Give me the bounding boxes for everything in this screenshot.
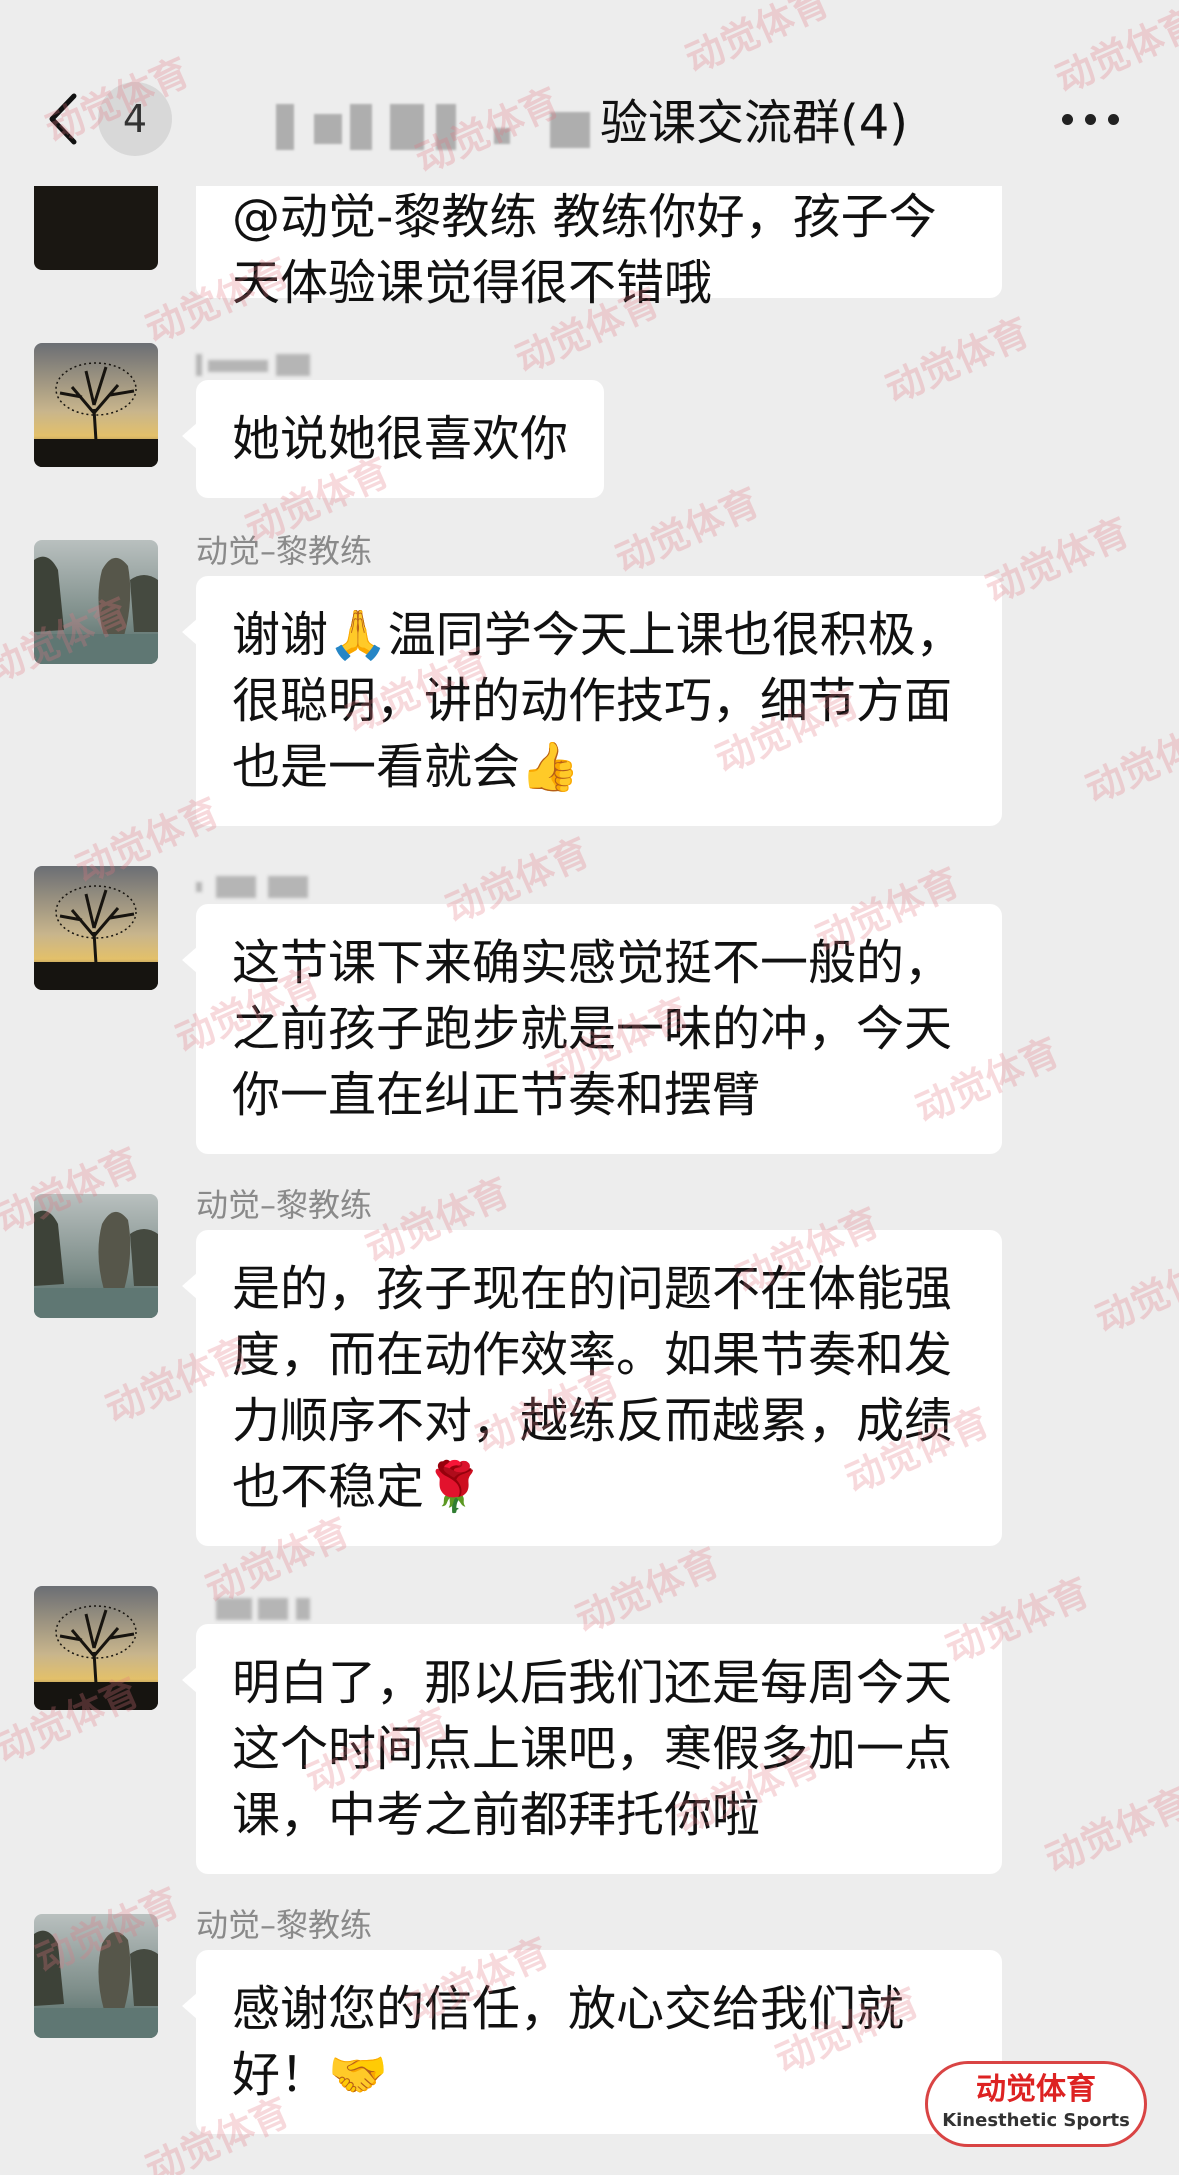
brand-logo-cn: 动觉体育 [976, 2072, 1096, 2107]
chat-title: 验课交流群(4) [600, 95, 908, 151]
avatar-tree[interactable] [34, 343, 158, 467]
redacted-title-part [270, 104, 600, 150]
redacted-sender-name [196, 354, 316, 376]
redacted-sender-name [196, 876, 316, 898]
tree-sunset-avatar [34, 1586, 158, 1710]
brand-logo-en: Kinesthetic Sports [942, 2110, 1130, 2131]
avatar-rock[interactable] [34, 1914, 158, 2038]
message-text-2: 谢谢🙏温同学今天上课也很积极，很聪明，讲的动作技巧，细节方面也是一看就会👍 [232, 607, 964, 795]
top-navigation-bar: 4 验课交流群(4) [0, 0, 1179, 186]
message-text-0: @动觉-黎教练 教练你好，孩子今天体验课觉得很不错哦 [232, 189, 937, 311]
message-bubble-4[interactable]: 是的，孩子现在的问题不在体能强度，而在动作效率。如果节奏和发力顺序不对，越练反而… [182, 1230, 1002, 1546]
brand-logo: 动觉体育 Kinesthetic Sports [925, 2061, 1147, 2147]
more-button[interactable] [1058, 100, 1124, 136]
sender-name: 动觉–黎教练 [196, 1906, 373, 1944]
message-bubble-1[interactable]: 她说她很喜欢你 [182, 380, 605, 498]
message-bubble-0[interactable]: @动觉-黎教练 教练你好，孩子今天体验课觉得很不错哦 [196, 186, 1002, 311]
redacted-sender-name [196, 1598, 316, 1620]
chevron-left-icon [49, 93, 77, 145]
message-text-3: 这节课下来确实感觉挺不一般的，之前孩子跑步就是一味的冲，今天你一直在纠正节奏和摆… [232, 935, 953, 1123]
tree-sunset-avatar [34, 343, 158, 467]
tree-sunset-avatar [34, 186, 158, 270]
avatar-rock[interactable] [34, 540, 158, 664]
message-text-6: 感谢您的信任，放心交给我们就好！🤝 [232, 1981, 905, 2103]
sender-name: 动觉–黎教练 [196, 532, 373, 570]
message-bubble-5[interactable]: 明白了，那以后我们还是每周今天这个时间点上课吧，寒假多加一点课，中考之前都拜托你… [182, 1624, 1002, 1874]
message-text-5: 明白了，那以后我们还是每周今天这个时间点上课吧，寒假多加一点课，中考之前都拜托你… [232, 1655, 953, 1843]
sea-rock-avatar [34, 1194, 158, 1318]
message-bubble-6[interactable]: 感谢您的信任，放心交给我们就好！🤝 [182, 1950, 1002, 2134]
message-bubble-3[interactable]: 这节课下来确实感觉挺不一般的，之前孩子跑步就是一味的冲，今天你一直在纠正节奏和摆… [182, 904, 1002, 1154]
message-text-4: 是的，孩子现在的问题不在体能强度，而在动作效率。如果节奏和发力顺序不对，越练反而… [232, 1261, 953, 1515]
message-list[interactable]: @动觉-黎教练 教练你好，孩子今天体验课觉得很不错哦 她说她很喜欢你 动觉–黎教… [0, 186, 1179, 2175]
back-button[interactable] [40, 88, 96, 150]
avatar-tree[interactable] [34, 866, 158, 990]
avatar-tree[interactable] [34, 186, 158, 270]
message-bubble-2[interactable]: 谢谢🙏温同学今天上课也很积极，很聪明，讲的动作技巧，细节方面也是一看就会👍 [182, 576, 1002, 826]
sender-name: 动觉–黎教练 [196, 1186, 373, 1224]
tree-sunset-avatar [34, 866, 158, 990]
message-text-1: 她说她很喜欢你 [232, 411, 569, 467]
sea-rock-avatar [34, 1914, 158, 2038]
chat-title-area: 验课交流群(4) [270, 90, 930, 156]
avatar-tree[interactable] [34, 1586, 158, 1710]
chat-screen: 4 验课交流群(4) @动觉-黎教练 教练你好，孩子今天体验课觉得很不错哦 她说… [0, 0, 1179, 2175]
avatar-rock[interactable] [34, 1194, 158, 1318]
sea-rock-avatar [34, 540, 158, 664]
unread-count-badge[interactable]: 4 [98, 82, 172, 156]
